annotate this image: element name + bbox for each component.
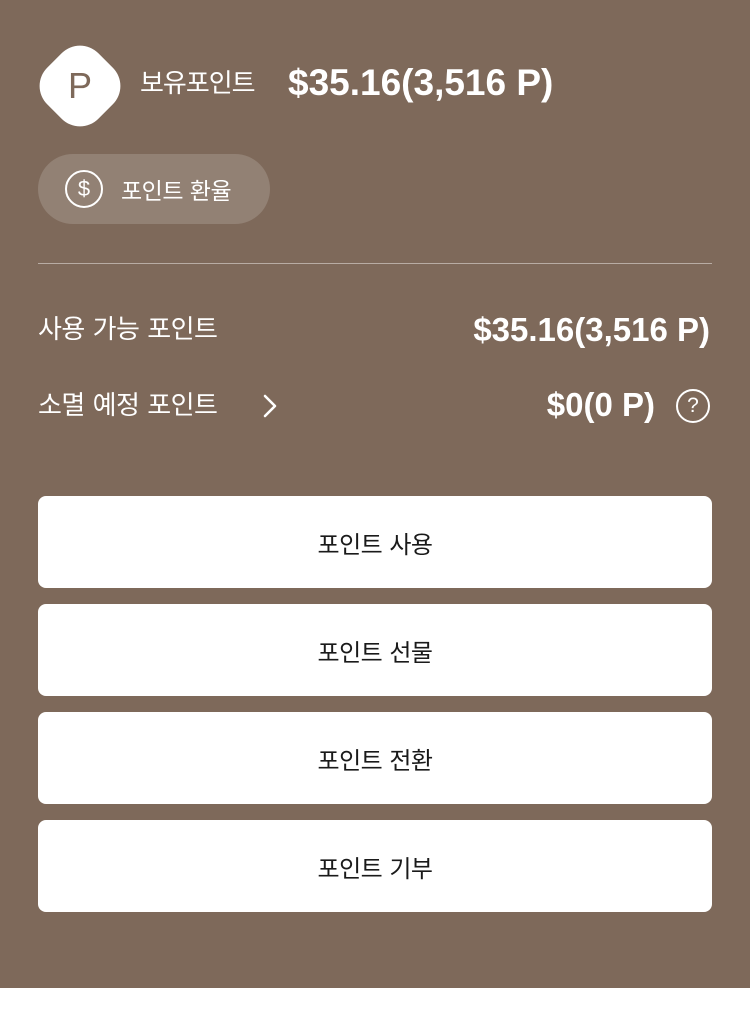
convert-points-button[interactable]: 포인트 전환 <box>38 712 712 804</box>
points-logo-letter: P <box>67 65 92 106</box>
available-points-label: 사용 가능 포인트 <box>38 315 218 345</box>
chevron-right-icon[interactable] <box>258 392 282 420</box>
divider <box>38 263 712 264</box>
points-panel: P 보유포인트 $35.16(3,516 P) $ 포인트 환율 사용 가능 포… <box>0 0 750 988</box>
exchange-rate-button[interactable]: $ 포인트 환율 <box>38 154 270 224</box>
held-points-value: $35.16(3,516 P) <box>288 62 554 103</box>
donate-points-button[interactable]: 포인트 기부 <box>38 820 712 912</box>
expiring-points-link[interactable]: 소멸 예정 포인트 <box>38 389 218 423</box>
exchange-rate-label: 포인트 환율 <box>121 179 232 205</box>
use-points-button[interactable]: 포인트 사용 <box>38 496 712 588</box>
held-points-label: 보유포인트 <box>140 69 256 99</box>
gift-points-button[interactable]: 포인트 선물 <box>38 604 712 696</box>
available-points-value: $35.16(3,516 P) <box>473 311 710 348</box>
bottom-strip <box>0 988 750 1019</box>
question-circle-icon[interactable]: ? <box>676 389 710 423</box>
dollar-circle-icon: $ <box>65 170 103 208</box>
expiring-points-value: $0(0 P) <box>546 386 655 423</box>
